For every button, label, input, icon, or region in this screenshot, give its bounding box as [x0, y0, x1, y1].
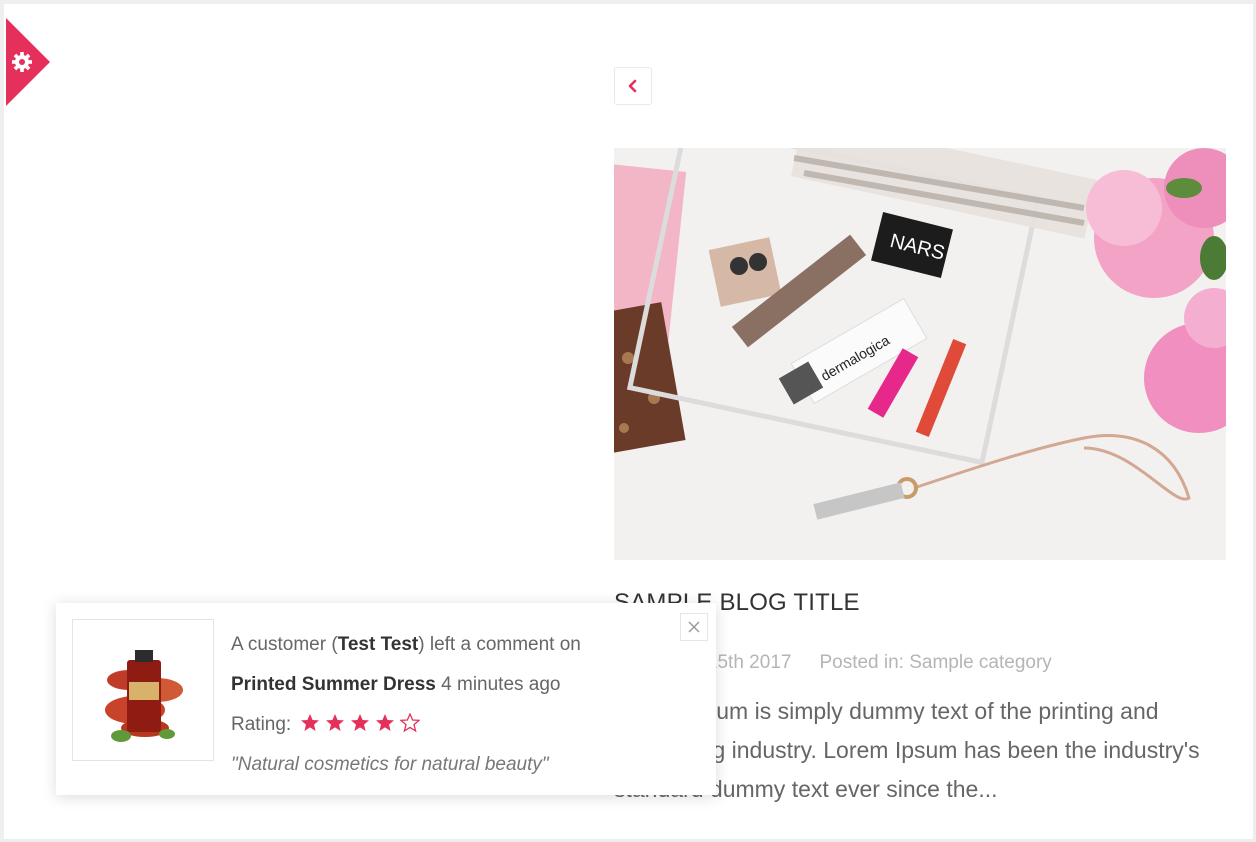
notification-suffix: ) left a comment on	[418, 634, 581, 655]
posted-in-label: Posted in:	[819, 652, 904, 673]
close-button[interactable]	[680, 613, 708, 641]
blog-post-image[interactable]: NARS dermalogica	[614, 148, 1226, 560]
post-category-link[interactable]: Sample category	[909, 652, 1052, 673]
rating-stars	[300, 712, 421, 733]
star-filled-icon	[326, 713, 345, 731]
notification-line-2: Printed Summer Dress 4 minutes ago	[231, 665, 691, 705]
close-icon	[688, 621, 700, 633]
gear-icon	[12, 52, 32, 72]
product-thumbnail[interactable]	[72, 619, 214, 761]
product-name-link[interactable]: Printed Summer Dress	[231, 674, 436, 695]
star-filled-icon	[351, 713, 370, 731]
customer-name: Test Test	[337, 634, 419, 655]
rating-row: Rating:	[231, 705, 691, 745]
star-filled-icon	[376, 713, 395, 731]
star-empty-icon	[400, 712, 421, 733]
settings-tab[interactable]	[6, 18, 52, 108]
notification-line-1: A customer (Test Test) left a comment on	[231, 625, 691, 665]
star-filled-icon	[301, 713, 320, 731]
rating-label: Rating:	[231, 714, 292, 735]
chevron-left-icon	[628, 79, 637, 93]
review-notification-popup: A customer (Test Test) left a comment on…	[56, 603, 716, 795]
review-comment: "Natural cosmetics for natural beauty"	[231, 754, 549, 775]
back-button[interactable]	[614, 67, 652, 105]
notification-prefix: A customer (	[231, 634, 338, 655]
notification-time: 4 minutes ago	[441, 674, 561, 695]
